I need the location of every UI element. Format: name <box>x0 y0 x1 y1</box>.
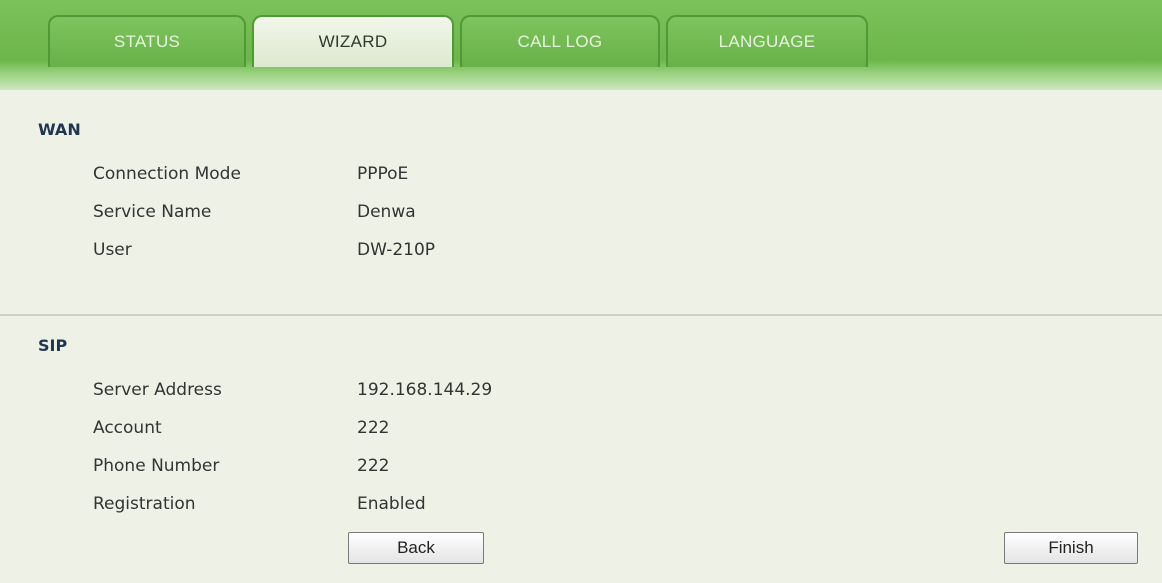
tab-wizard[interactable]: WIZARD <box>252 15 454 67</box>
sip-row-registration: Registration Enabled <box>93 494 426 514</box>
row-value: 222 <box>357 418 390 438</box>
tab-language[interactable]: LANGUAGE <box>666 15 868 67</box>
tab-status[interactable]: STATUS <box>48 15 246 67</box>
top-nav-bar: STATUS WIZARD CALL LOG LANGUAGE <box>0 0 1162 90</box>
wan-row-user: User DW-210P <box>93 240 435 260</box>
section-divider <box>0 314 1162 316</box>
row-label: Registration <box>93 494 196 514</box>
sip-row-server-address: Server Address 192.168.144.29 <box>93 380 492 400</box>
tab-bar: STATUS WIZARD CALL LOG LANGUAGE <box>48 15 868 67</box>
row-value: Enabled <box>357 494 426 514</box>
wan-row-service-name: Service Name Denwa <box>93 202 416 222</box>
tab-call-log[interactable]: CALL LOG <box>460 15 660 67</box>
row-label: Service Name <box>93 202 212 222</box>
row-label: Server Address <box>93 380 222 400</box>
sip-row-phone-number: Phone Number 222 <box>93 456 389 476</box>
back-button[interactable]: Back <box>348 532 484 564</box>
row-label: Connection Mode <box>93 164 241 184</box>
row-value: DW-210P <box>357 240 436 260</box>
wan-section-title: WAN <box>38 120 81 139</box>
row-label: Phone Number <box>93 456 220 476</box>
finish-button[interactable]: Finish <box>1004 532 1138 564</box>
row-label: Account <box>93 418 162 438</box>
row-value: Denwa <box>357 202 416 222</box>
wan-row-connection-mode: Connection Mode PPPoE <box>93 164 408 184</box>
row-value: 222 <box>357 456 390 476</box>
sip-section-title: SIP <box>38 336 68 355</box>
row-value: 192.168.144.29 <box>357 380 493 400</box>
sip-row-account: Account 222 <box>93 418 389 438</box>
row-label: User <box>93 240 132 260</box>
row-value: PPPoE <box>357 164 409 184</box>
